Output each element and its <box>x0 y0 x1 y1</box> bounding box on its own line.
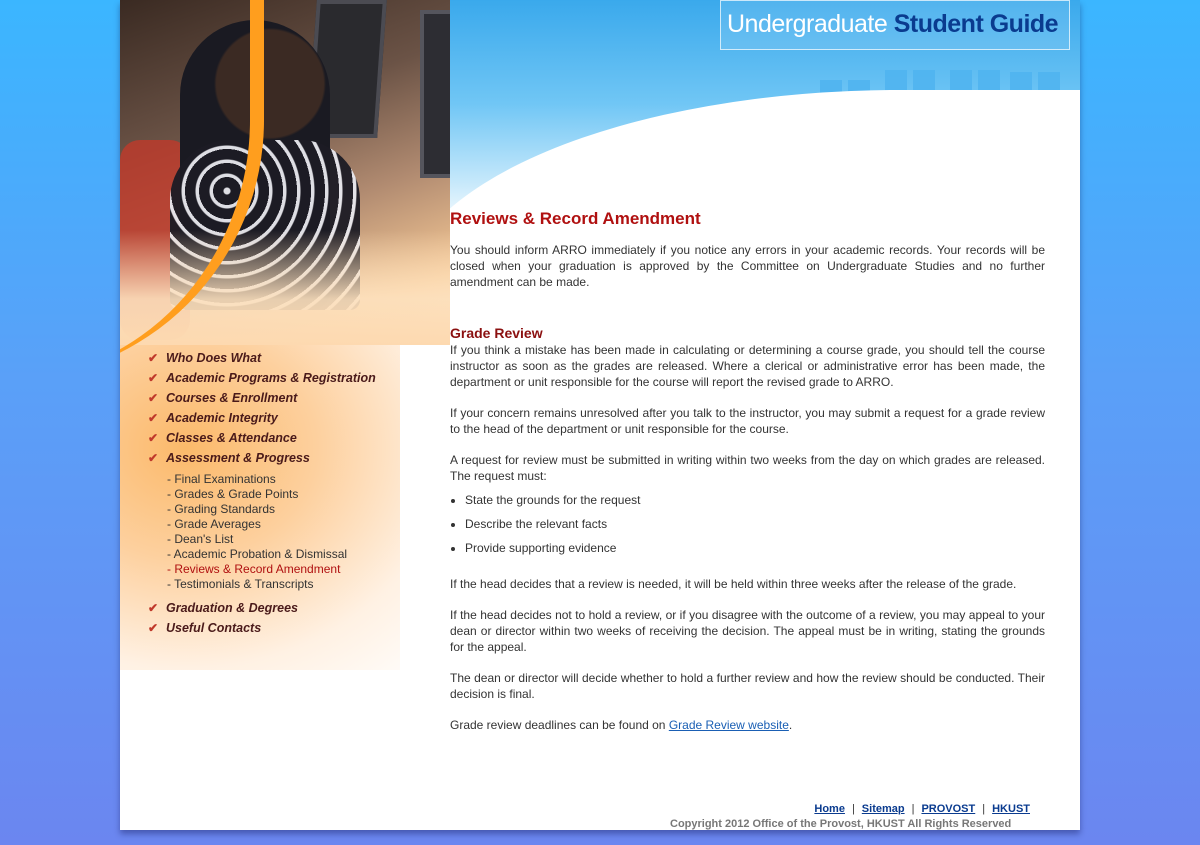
nav-item-courses-enrollment[interactable]: ✔ Courses & Enrollment <box>148 388 428 408</box>
nav-item-assessment-progress[interactable]: ✔ Assessment & Progress <box>148 448 428 468</box>
paragraph-6: The dean or director will decide whether… <box>450 671 1045 701</box>
paragraph-4: If the head decides that a review is nee… <box>450 577 1017 591</box>
requirements-list: State the grounds for the request Descri… <box>450 488 1045 560</box>
nav-item-academic-integrity[interactable]: ✔ Academic Integrity <box>148 408 428 428</box>
paragraph-1: If you think a mistake has been made in … <box>450 343 1045 389</box>
chevron-down-icon: ✔ <box>148 621 159 635</box>
paragraph-2: If your concern remains unresolved after… <box>450 406 1045 436</box>
sidebar-nav: ✔ Who Does What ✔ Academic Programs & Regi… <box>148 348 428 638</box>
paragraph-7: Grade review deadlines can be found on G… <box>450 718 793 732</box>
chevron-down-icon: ✔ <box>148 601 159 615</box>
chevron-down-icon: ✔ <box>148 371 159 385</box>
paragraph-3: A request for review must be submitted i… <box>450 453 1045 483</box>
sub-item-reviews-record-amendment[interactable]: - Reviews & Record Amendment <box>167 562 428 577</box>
sub-item-grades-grade-points[interactable]: - Grades & Grade Points <box>167 487 428 502</box>
chevron-down-icon: ✔ <box>148 351 159 365</box>
footer-hkust-link[interactable]: HKUST <box>992 803 1030 815</box>
copyright: Copyright 2012 Office of the Provost, HK… <box>670 818 1012 830</box>
students-photo <box>120 0 450 345</box>
intro-paragraph: You should inform ARRO immediately if yo… <box>450 243 1045 289</box>
sub-item-deans-list[interactable]: - Dean's List <box>167 532 428 547</box>
sub-item-final-examinations[interactable]: - Final Examinations <box>167 472 428 487</box>
footer-links: Home | Sitemap | PROVOST | HKUST <box>814 803 1030 815</box>
footer-sitemap-link[interactable]: Sitemap <box>862 803 905 815</box>
footer-home-link[interactable]: Home <box>814 803 845 815</box>
sub-item-academic-probation[interactable]: - Academic Probation & Dismissal <box>167 547 428 562</box>
nav-item-classes-attendance[interactable]: ✔ Classes & Attendance <box>148 428 428 448</box>
main-content: Reviews & Record Amendment You should in… <box>450 207 1045 733</box>
section-title: Grade Review <box>450 325 543 341</box>
chevron-down-icon: ✔ <box>148 391 159 405</box>
list-item: Describe the relevant facts <box>465 512 1045 536</box>
footer-provost-link[interactable]: PROVOST <box>921 803 975 815</box>
list-item: State the grounds for the request <box>465 488 1045 512</box>
sub-item-testimonials-transcripts[interactable]: - Testimonials & Transcripts <box>167 577 428 592</box>
site-title-part2: Student Guide <box>893 10 1059 38</box>
chevron-down-icon: ✔ <box>148 411 159 425</box>
nav-item-who-does-what[interactable]: ✔ Who Does What <box>148 348 428 368</box>
site-title-box: Undergraduate Student Guide <box>720 0 1070 50</box>
page-title: Reviews & Record Amendment <box>450 209 701 228</box>
nav-item-graduation-degrees[interactable]: ✔ Graduation & Degrees <box>148 598 428 618</box>
list-item: Provide supporting evidence <box>465 536 1045 560</box>
paragraph-5: If the head decides not to hold a review… <box>450 608 1045 654</box>
chevron-down-icon: ✔ <box>148 451 159 465</box>
nav-item-academic-programs[interactable]: ✔ Academic Programs & Registration <box>148 368 428 388</box>
nav-item-useful-contacts[interactable]: ✔ Useful Contacts <box>148 618 428 638</box>
assessment-submenu: - Final Examinations - Grades & Grade Po… <box>167 472 428 592</box>
sub-item-grading-standards[interactable]: - Grading Standards <box>167 502 428 517</box>
site-title-part1: Undergraduate <box>727 10 894 38</box>
sub-item-grade-averages[interactable]: - Grade Averages <box>167 517 428 532</box>
grade-review-link[interactable]: Grade Review website <box>669 718 789 732</box>
page-container: Undergraduate Student Guide ✔ Who Does Wh… <box>120 0 1080 830</box>
site-title: Undergraduate Student Guide <box>727 10 1059 39</box>
chevron-down-icon: ✔ <box>148 431 159 445</box>
